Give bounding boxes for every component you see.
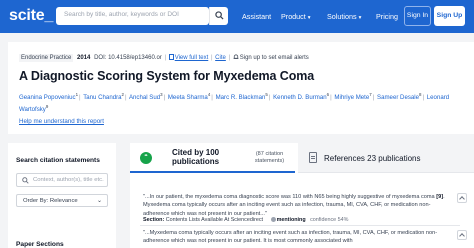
author-link[interactable]: Kenneth D. Burman — [273, 94, 327, 101]
references-label: References 23 publications — [324, 154, 421, 163]
global-search-input[interactable]: Search by title, author, keywords or DOI — [56, 7, 209, 25]
search-statements-heading: Search citation statements — [16, 157, 100, 164]
classification-label: mentioning — [276, 217, 306, 223]
nav-assistant[interactable]: Assistant — [242, 12, 271, 21]
statement-text: "...In our patient, the myxedema coma di… — [143, 194, 437, 200]
author-link[interactable]: Marc R. Blackman — [216, 94, 266, 101]
email-alerts-link[interactable]: Sign up to set email alerts — [240, 55, 309, 61]
sign-up-button[interactable]: Sign Up — [434, 6, 465, 26]
paper-title: A Diagnostic Scoring System for Myxedema… — [19, 69, 315, 83]
affiliation-marker: 6 — [326, 92, 330, 97]
meta-separator: | — [210, 55, 213, 61]
search-icon — [215, 11, 224, 20]
citation-meta-row: Section: Contents Lists Available At Sci… — [143, 217, 348, 223]
citation-filter-sidebar: Search citation statements Context, auth… — [8, 143, 116, 248]
statement-divider — [140, 225, 460, 226]
author-link[interactable]: Sameer Desale — [377, 94, 419, 101]
confidence-score: confidence 54% — [310, 217, 349, 223]
help-understand-report-link[interactable]: Help me understand this report — [19, 118, 104, 125]
search-icon — [22, 177, 29, 184]
citation-search-placeholder: Context, author(s), title etc. — [33, 177, 104, 183]
search-button[interactable] — [209, 7, 228, 25]
chevron-down-icon: ⌄ — [96, 198, 102, 204]
author-link[interactable]: Mihriye Mete — [334, 94, 369, 101]
affiliation-marker: 1 — [75, 92, 79, 97]
nav-product-label: Product — [281, 12, 306, 21]
affiliation-marker: 2 — [121, 92, 124, 97]
expand-up-icon[interactable] — [457, 193, 467, 203]
quote-icon: “ — [140, 152, 152, 164]
nav-pricing-label: Pricing — [376, 12, 398, 21]
tab-cited-by[interactable]: “ Cited by 100 publications (87 citation… — [130, 143, 295, 173]
affiliation-marker: 9 — [45, 103, 49, 109]
nav-pricing[interactable]: Pricing — [376, 12, 398, 21]
meta-separator: | — [228, 55, 231, 61]
citation-statement: "...In our patient, the myxedema coma di… — [143, 193, 453, 218]
paper-meta-row: Endocrine Practice 2014 DOI: 10.4158/ep1… — [19, 54, 309, 62]
order-by-value: Order By: Relevance — [23, 198, 78, 204]
order-by-select[interactable]: Order By: Relevance ⌄ — [16, 194, 108, 207]
author-link[interactable]: Anchal Sud — [129, 94, 160, 101]
affiliation-marker: 4 — [207, 92, 211, 97]
tab-references[interactable]: References 23 publications — [298, 143, 474, 173]
sign-in-button[interactable]: Sign In — [404, 6, 431, 26]
meta-separator: | — [164, 55, 167, 61]
affiliation-marker: 7 — [369, 92, 372, 97]
publication-year: 2014 — [77, 55, 91, 61]
citation-search-input[interactable]: Context, author(s), title etc. — [16, 173, 108, 187]
section-label: Section: — [143, 217, 165, 223]
document-icon — [309, 152, 317, 163]
chevron-down-icon: ▾ — [307, 15, 311, 21]
paper-sections-heading: Paper Sections — [16, 241, 64, 248]
author-link[interactable]: Tanu Chandra — [83, 94, 121, 101]
scite-logo[interactable]: scite_ — [9, 7, 53, 25]
nav-solutions-label: Solutions — [327, 12, 357, 21]
doi-text: DOI: 10.4158/ep13460.or — [94, 55, 162, 61]
cited-by-label: Cited by 100 publications — [172, 148, 220, 166]
view-full-text-link[interactable]: View full text — [175, 55, 209, 61]
global-search-placeholder: Search by title, author, keywords or DOI — [64, 11, 179, 18]
document-icon — [168, 54, 174, 60]
nav-product-menu[interactable]: Product ▾ — [281, 12, 311, 21]
top-navigation-bar: scite_ Search by title, author, keywords… — [0, 0, 474, 33]
affiliation-marker: 3 — [160, 92, 163, 97]
citation-statement: "...Myxedema coma typically occurs after… — [143, 230, 438, 245]
mentioning-icon — [270, 217, 276, 222]
cite-link[interactable]: Cite — [215, 55, 226, 61]
author-list: Geanina Popoveniuc1| Tanu Chandra2| Anch… — [19, 92, 450, 113]
section-name: Contents Lists Available At Sciencedirec… — [165, 217, 264, 223]
author-link[interactable]: Geanina Popoveniuc — [19, 94, 76, 101]
paper-header-card: Endocrine Practice 2014 DOI: 10.4158/ep1… — [8, 42, 474, 134]
chevron-down-icon: ▾ — [358, 15, 362, 21]
nav-solutions-menu[interactable]: Solutions ▾ — [327, 12, 361, 21]
affiliation-marker: 5 — [265, 92, 268, 97]
expand-up-icon[interactable] — [457, 230, 467, 240]
bell-icon — [233, 54, 239, 59]
citation-statements-count: (87 citation statements) — [254, 151, 285, 164]
nav-assistant-label: Assistant — [242, 12, 272, 21]
author-link[interactable]: Meeta Sharma — [168, 94, 208, 101]
citation-statements-panel: “ Cited by 100 publications (87 citation… — [130, 143, 474, 248]
journal-badge[interactable]: Endocrine Practice — [19, 54, 74, 62]
